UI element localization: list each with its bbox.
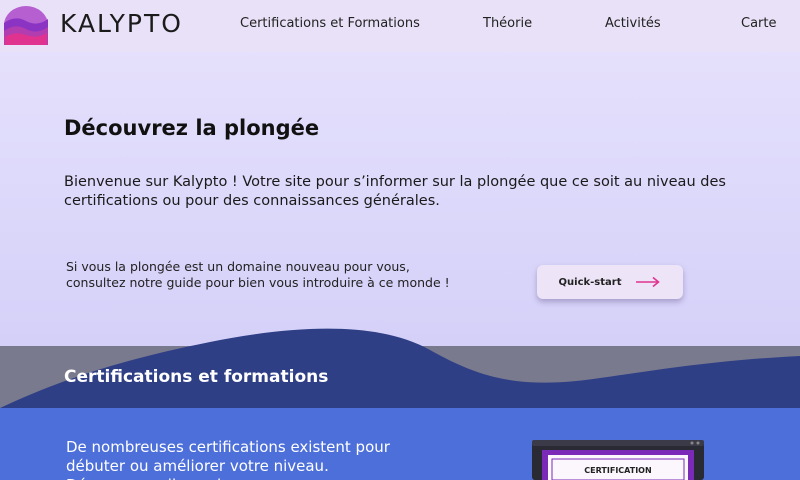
header: KALYPTO Certifications et Formations Thé… — [0, 0, 800, 52]
wave-logo-icon[interactable] — [3, 5, 49, 45]
certificate-illustration: CERTIFICATION — [532, 440, 704, 480]
page: KALYPTO Certifications et Formations Thé… — [0, 0, 800, 480]
certifications-text: De nombreuses certifications existent po… — [66, 438, 390, 480]
nav-certifications[interactable]: Certifications et Formations — [240, 16, 420, 31]
brand-name[interactable]: KALYPTO — [60, 9, 183, 38]
quick-start-label: Quick-start — [558, 276, 622, 288]
hero-title: Découvrez la plongée — [64, 116, 320, 140]
nav-theorie[interactable]: Théorie — [483, 16, 532, 31]
hint-text: Si vous la plongée est un domaine nouvea… — [66, 259, 450, 290]
nav-activites[interactable]: Activités — [605, 16, 661, 31]
hero-text: Bienvenue sur Kalypto ! Votre site pour … — [64, 174, 726, 209]
quick-start-button[interactable]: Quick-start — [537, 265, 683, 299]
nav-carte[interactable]: Carte — [741, 16, 776, 31]
certificate-label: CERTIFICATION — [584, 466, 651, 475]
section-title: Certifications et formations — [64, 367, 329, 387]
arrow-right-icon — [636, 276, 661, 288]
